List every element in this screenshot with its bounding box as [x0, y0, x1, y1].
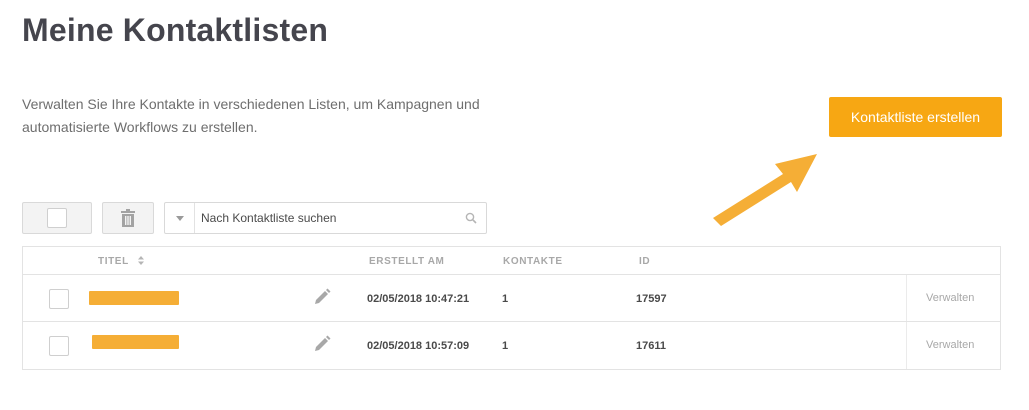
search-filter-dropdown[interactable] — [165, 203, 195, 233]
column-header-contacts[interactable]: KONTAKTE — [503, 256, 563, 267]
table-header: TITEL ERSTELLT AM KONTAKTE ID — [23, 247, 1000, 275]
column-header-id[interactable]: ID — [639, 256, 650, 267]
row-checkbox[interactable] — [49, 289, 69, 309]
chevron-down-icon — [175, 215, 184, 221]
contact-lists-page: Meine Kontaktlisten Verwalten Sie Ihre K… — [0, 0, 1029, 410]
created-date: 02/05/2018 10:57:09 — [367, 340, 470, 352]
table-row[interactable]: 02/05/2018 10:57:09 1 17611 Verwalten — [23, 322, 1000, 369]
page-title: Meine Kontaktlisten — [22, 12, 329, 48]
search-icon — [465, 212, 477, 224]
list-title-redacted[interactable] — [92, 335, 179, 349]
contact-count: 1 — [502, 340, 509, 352]
select-all-checkbox-button[interactable] — [22, 202, 92, 234]
sort-icon[interactable] — [137, 256, 144, 265]
contact-lists-table: TITEL ERSTELLT AM KONTAKTE ID 02/05/2018… — [22, 246, 1001, 370]
manage-link[interactable]: Verwalten — [926, 339, 974, 351]
search-input[interactable] — [195, 203, 456, 233]
search-button[interactable] — [456, 212, 486, 224]
list-id: 17611 — [636, 340, 666, 352]
list-id: 17597 — [636, 293, 667, 305]
select-all-checkbox[interactable] — [47, 208, 67, 228]
pencil-icon[interactable] — [313, 288, 331, 306]
arrow-pointer-icon — [713, 154, 817, 226]
create-contact-list-button[interactable]: Kontaktliste erstellen — [829, 97, 1002, 137]
table-row[interactable]: 02/05/2018 10:47:21 1 17597 Verwalten — [23, 275, 1000, 322]
page-description: Verwalten Sie Ihre Kontakte in verschied… — [22, 96, 480, 135]
column-header-created[interactable]: ERSTELLT AM — [369, 256, 444, 267]
manage-link[interactable]: Verwalten — [926, 292, 974, 304]
row-checkbox[interactable] — [49, 336, 69, 356]
delete-button[interactable] — [102, 202, 154, 234]
trash-icon — [121, 209, 135, 227]
contact-count: 1 — [502, 293, 509, 305]
column-header-title[interactable]: TITEL — [98, 256, 144, 267]
list-title-redacted[interactable] — [89, 291, 179, 305]
created-date: 02/05/2018 10:47:21 — [367, 293, 470, 305]
pencil-icon[interactable] — [313, 335, 331, 353]
search-box — [164, 202, 487, 234]
